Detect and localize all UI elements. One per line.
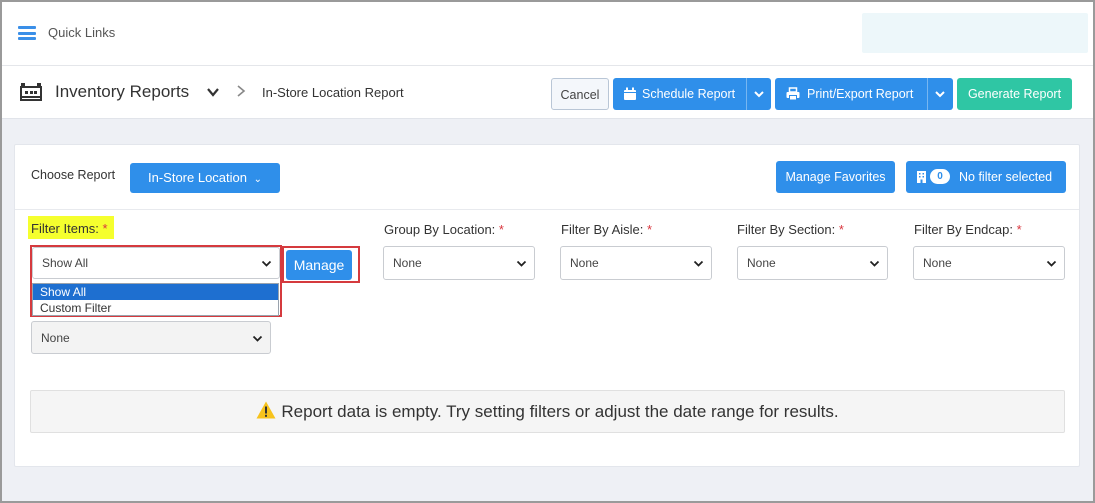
filter-items-select[interactable]: Show All (32, 247, 280, 279)
chevron-down-icon[interactable] (206, 85, 220, 99)
dropdown-option-show-all[interactable]: Show All (33, 284, 278, 300)
inventory-icon (20, 83, 42, 101)
empty-message-text: Report data is empty. Try setting filter… (281, 402, 839, 421)
print-export-report-button[interactable]: Print/Export Report (775, 78, 953, 110)
breadcrumb-current: In-Store Location Report (262, 85, 404, 100)
filter-status-button[interactable]: 0 No filter selected (906, 161, 1066, 193)
filter-status-label: No filter selected (959, 170, 1053, 184)
print-export-report-label: Print/Export Report (807, 87, 914, 101)
chevron-down-icon (261, 260, 272, 267)
page-title[interactable]: Inventory Reports (55, 82, 189, 102)
schedule-report-button[interactable]: Schedule Report (613, 78, 771, 110)
chevron-down-icon (252, 335, 263, 342)
chevron-down-icon[interactable] (934, 87, 946, 101)
group-by-location-select[interactable]: None (383, 246, 535, 280)
filter-by-section-label: Filter By Section: * (737, 222, 844, 237)
warning-icon (256, 401, 276, 419)
dropdown-option-custom-filter[interactable]: Custom Filter (33, 300, 278, 316)
filter-by-section-select[interactable]: None (737, 246, 888, 280)
filter-by-aisle-label: Filter By Aisle: * (561, 222, 653, 237)
chevron-down-icon (516, 260, 527, 267)
report-selector-label: In-Store Location (147, 170, 247, 185)
report-selector-button[interactable]: In-Store Location ⌄ (130, 163, 280, 193)
filter-items-dropdown: Show All Custom Filter (32, 283, 279, 316)
chevron-right-icon (237, 85, 246, 97)
chevron-down-icon (693, 260, 704, 267)
chevron-down-icon: ⌄ (253, 174, 263, 185)
group-by-location-label: Group By Location: * (384, 222, 504, 237)
generate-report-button[interactable]: Generate Report (957, 78, 1072, 110)
chevron-down-icon (1046, 260, 1057, 267)
calendar-icon (624, 87, 636, 100)
manage-button[interactable]: Manage (286, 250, 352, 280)
empty-report-message: Report data is empty. Try setting filter… (30, 390, 1065, 433)
cancel-button[interactable]: Cancel (551, 78, 609, 110)
filter-by-endcap-select[interactable]: None (913, 246, 1065, 280)
filter-items-label: Filter Items: * (28, 216, 114, 239)
quick-links-search-area (862, 13, 1088, 53)
filter-count-badge: 0 (930, 169, 950, 184)
manage-favorites-button[interactable]: Manage Favorites (776, 161, 895, 193)
hamburger-icon[interactable] (18, 26, 36, 40)
printer-icon (786, 87, 800, 101)
divider (15, 209, 1079, 210)
building-icon (917, 171, 926, 183)
report-card: Choose Report In-Store Location ⌄ Manage… (14, 144, 1080, 467)
app-frame: Quick Links Inventory Reports In-Store L… (0, 0, 1095, 503)
secondary-filter-select[interactable]: None (31, 321, 271, 354)
schedule-report-label: Schedule Report (642, 87, 736, 101)
quick-links-label[interactable]: Quick Links (48, 25, 115, 40)
choose-report-label: Choose Report (31, 168, 116, 182)
chevron-down-icon (869, 260, 880, 267)
filter-by-aisle-select[interactable]: None (560, 246, 712, 280)
chevron-down-icon[interactable] (753, 87, 765, 101)
filter-by-endcap-label: Filter By Endcap: * (914, 222, 1022, 237)
report-header: Inventory Reports In-Store Location Repo… (2, 66, 1093, 119)
quick-links-bar: Quick Links (2, 2, 1093, 66)
